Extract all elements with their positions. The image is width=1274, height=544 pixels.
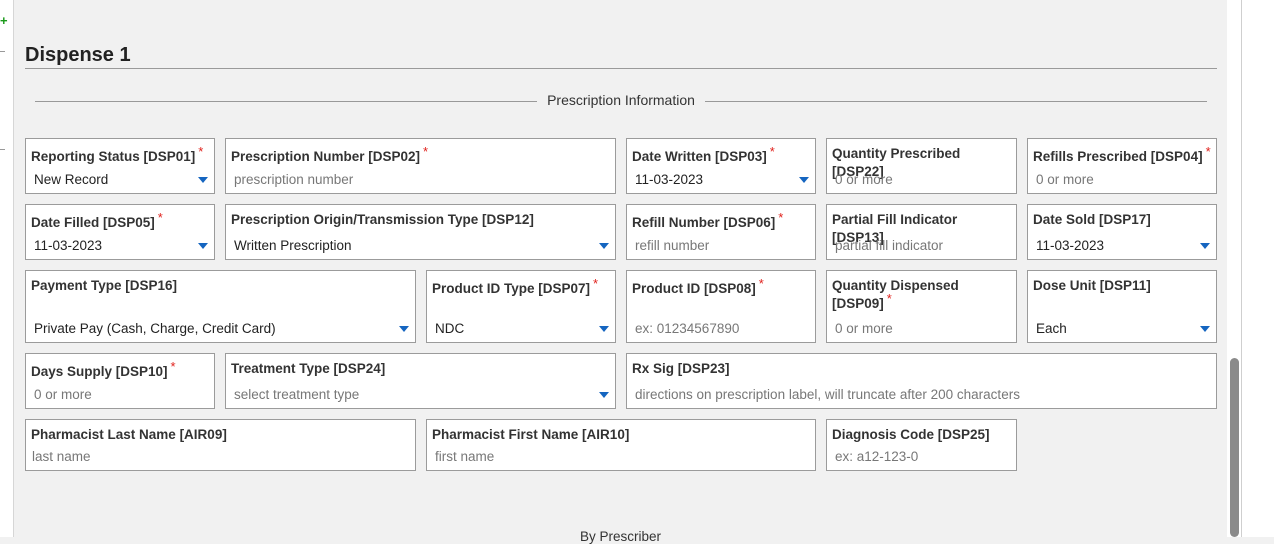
date-sold-select[interactable]: Date Sold [DSP17] 11-03-2023 bbox=[1027, 204, 1217, 260]
input-placeholder: first name bbox=[435, 449, 495, 464]
chevron-down-icon[interactable] bbox=[799, 177, 809, 183]
payment-type-select[interactable]: Payment Type [DSP16] Private Pay (Cash, … bbox=[25, 270, 416, 343]
input-placeholder: prescription number bbox=[234, 172, 354, 187]
product-id-input[interactable]: Product ID [DSP08] * ex: 01234567890 bbox=[626, 270, 816, 343]
treatment-type-select[interactable]: Treatment Type [DSP24] select treatment … bbox=[225, 353, 616, 409]
field-label: Refill Number [DSP06] * bbox=[632, 210, 784, 230]
field-label: Prescription Origin/Transmission Type [D… bbox=[231, 212, 534, 227]
chevron-down-icon[interactable] bbox=[198, 243, 208, 249]
prescription-number-input[interactable]: Prescription Number [DSP02] * prescriptio… bbox=[225, 138, 616, 194]
field-label: Pharmacist First Name [AIR10] bbox=[432, 427, 630, 442]
input-placeholder: ex: 01234567890 bbox=[635, 321, 740, 336]
chevron-down-icon[interactable] bbox=[1200, 243, 1210, 249]
side-panel bbox=[1242, 0, 1274, 537]
left-rail: + bbox=[0, 0, 14, 537]
partial-fill-indicator-input[interactable]: Partial Fill Indicator [DSP13] partial f… bbox=[826, 204, 1017, 260]
input-placeholder: last name bbox=[32, 449, 91, 464]
input-placeholder: partial fill indicator bbox=[835, 238, 944, 253]
chevron-down-icon[interactable] bbox=[198, 177, 208, 183]
pharmacist-last-name-input[interactable]: Pharmacist Last Name [AIR09] last name bbox=[25, 419, 416, 471]
field-label: Treatment Type [DSP24] bbox=[231, 361, 386, 376]
field-label: Quantity Dispensed [DSP09] * bbox=[832, 278, 959, 311]
selected-value: 11-03-2023 bbox=[635, 172, 704, 187]
plus-icon[interactable]: + bbox=[0, 14, 8, 27]
field-label: Days Supply [DSP10] * bbox=[31, 359, 176, 379]
field-label: Date Written [DSP03] * bbox=[632, 144, 775, 164]
required-marker: * bbox=[758, 276, 764, 291]
field-label: Product ID [DSP08] * bbox=[632, 276, 764, 296]
required-marker: * bbox=[170, 359, 176, 374]
required-marker: * bbox=[198, 144, 204, 159]
prescription-origin-select[interactable]: Prescription Origin/Transmission Type [D… bbox=[225, 204, 616, 260]
field-label: Refills Prescribed [DSP04] * bbox=[1033, 144, 1211, 164]
quantity-prescribed-input[interactable]: Quantity Prescribed [DSP22] 0 or more bbox=[826, 138, 1017, 194]
fieldset-legend: Prescription Information bbox=[537, 92, 705, 108]
pharmacist-first-name-input[interactable]: Pharmacist First Name [AIR10] first name bbox=[426, 419, 816, 471]
field-label: Pharmacist Last Name [AIR09] bbox=[31, 427, 227, 442]
selected-value: NDC bbox=[435, 321, 465, 336]
required-marker: * bbox=[157, 210, 163, 225]
chevron-down-icon[interactable] bbox=[599, 326, 609, 332]
chevron-down-icon[interactable] bbox=[599, 243, 609, 249]
field-label: Product ID Type [DSP07] * bbox=[432, 276, 599, 296]
legend-line-left bbox=[35, 101, 537, 102]
days-supply-input[interactable]: Days Supply [DSP10] * 0 or more bbox=[25, 353, 215, 409]
rx-sig-input[interactable]: Rx Sig [DSP23] directions on prescriptio… bbox=[626, 353, 1217, 409]
legend-line-right bbox=[705, 101, 1207, 102]
input-placeholder: 0 or more bbox=[835, 321, 893, 336]
dose-unit-select[interactable]: Dose Unit [DSP11] Each bbox=[1027, 270, 1217, 343]
input-placeholder: 0 or more bbox=[835, 172, 893, 187]
date-written-select[interactable]: Date Written [DSP03] * 11-03-2023 bbox=[626, 138, 816, 194]
field-label: Date Sold [DSP17] bbox=[1033, 212, 1151, 227]
required-marker: * bbox=[593, 276, 599, 291]
section-title: Dispense 1 bbox=[25, 44, 131, 66]
rail-divider bbox=[0, 51, 5, 52]
dispense-form: Dispense 1 Prescription Information Repo… bbox=[15, 0, 1227, 544]
field-label: Dose Unit [DSP11] bbox=[1033, 278, 1151, 293]
input-placeholder: directions on prescription label, will t… bbox=[635, 387, 1020, 402]
selected-value: 11-03-2023 bbox=[34, 238, 103, 253]
quantity-dispensed-input[interactable]: Quantity Dispensed [DSP09] * 0 or more bbox=[826, 270, 1017, 343]
diagnosis-code-input[interactable]: Diagnosis Code [DSP25] ex: a12-123-0 bbox=[826, 419, 1017, 471]
field-label: Prescription Number [DSP02] * bbox=[231, 144, 429, 164]
scrollbar-thumb[interactable] bbox=[1230, 358, 1239, 537]
required-marker: * bbox=[423, 144, 429, 159]
required-marker: * bbox=[886, 291, 892, 306]
refill-number-input[interactable]: Refill Number [DSP06] * refill number bbox=[626, 204, 816, 260]
input-placeholder: 0 or more bbox=[34, 387, 92, 402]
selected-value: Written Prescription bbox=[234, 238, 352, 253]
product-id-type-select[interactable]: Product ID Type [DSP07] * NDC bbox=[426, 270, 616, 343]
required-marker: * bbox=[1205, 144, 1211, 159]
input-placeholder: ex: a12-123-0 bbox=[835, 449, 919, 464]
rail-divider bbox=[0, 149, 5, 150]
field-label: Reporting Status [DSP01] * bbox=[31, 144, 204, 164]
required-marker: * bbox=[769, 144, 775, 159]
date-filled-select[interactable]: Date Filled [DSP05] * 11-03-2023 bbox=[25, 204, 215, 260]
input-placeholder: refill number bbox=[635, 238, 710, 253]
selected-value: 11-03-2023 bbox=[1036, 238, 1105, 253]
reporting-status-select[interactable]: Reporting Status [DSP01] * New Record bbox=[25, 138, 215, 194]
required-marker: * bbox=[778, 210, 784, 225]
chevron-down-icon[interactable] bbox=[599, 392, 609, 398]
field-label: Payment Type [DSP16] bbox=[31, 278, 178, 293]
field-label: Date Filled [DSP05] * bbox=[31, 210, 163, 230]
selected-value: Private Pay (Cash, Charge, Credit Card) bbox=[34, 321, 276, 336]
refills-prescribed-input[interactable]: Refills Prescribed [DSP04] * 0 or more bbox=[1027, 138, 1217, 194]
select-placeholder: select treatment type bbox=[234, 387, 360, 402]
input-placeholder: 0 or more bbox=[1036, 172, 1094, 187]
selected-value: Each bbox=[1036, 321, 1067, 336]
field-label: Rx Sig [DSP23] bbox=[632, 361, 730, 376]
section-divider bbox=[25, 68, 1217, 69]
selected-value: New Record bbox=[34, 172, 109, 187]
chevron-down-icon[interactable] bbox=[399, 326, 409, 332]
chevron-down-icon[interactable] bbox=[1200, 326, 1210, 332]
field-label: Diagnosis Code [DSP25] bbox=[832, 427, 990, 442]
